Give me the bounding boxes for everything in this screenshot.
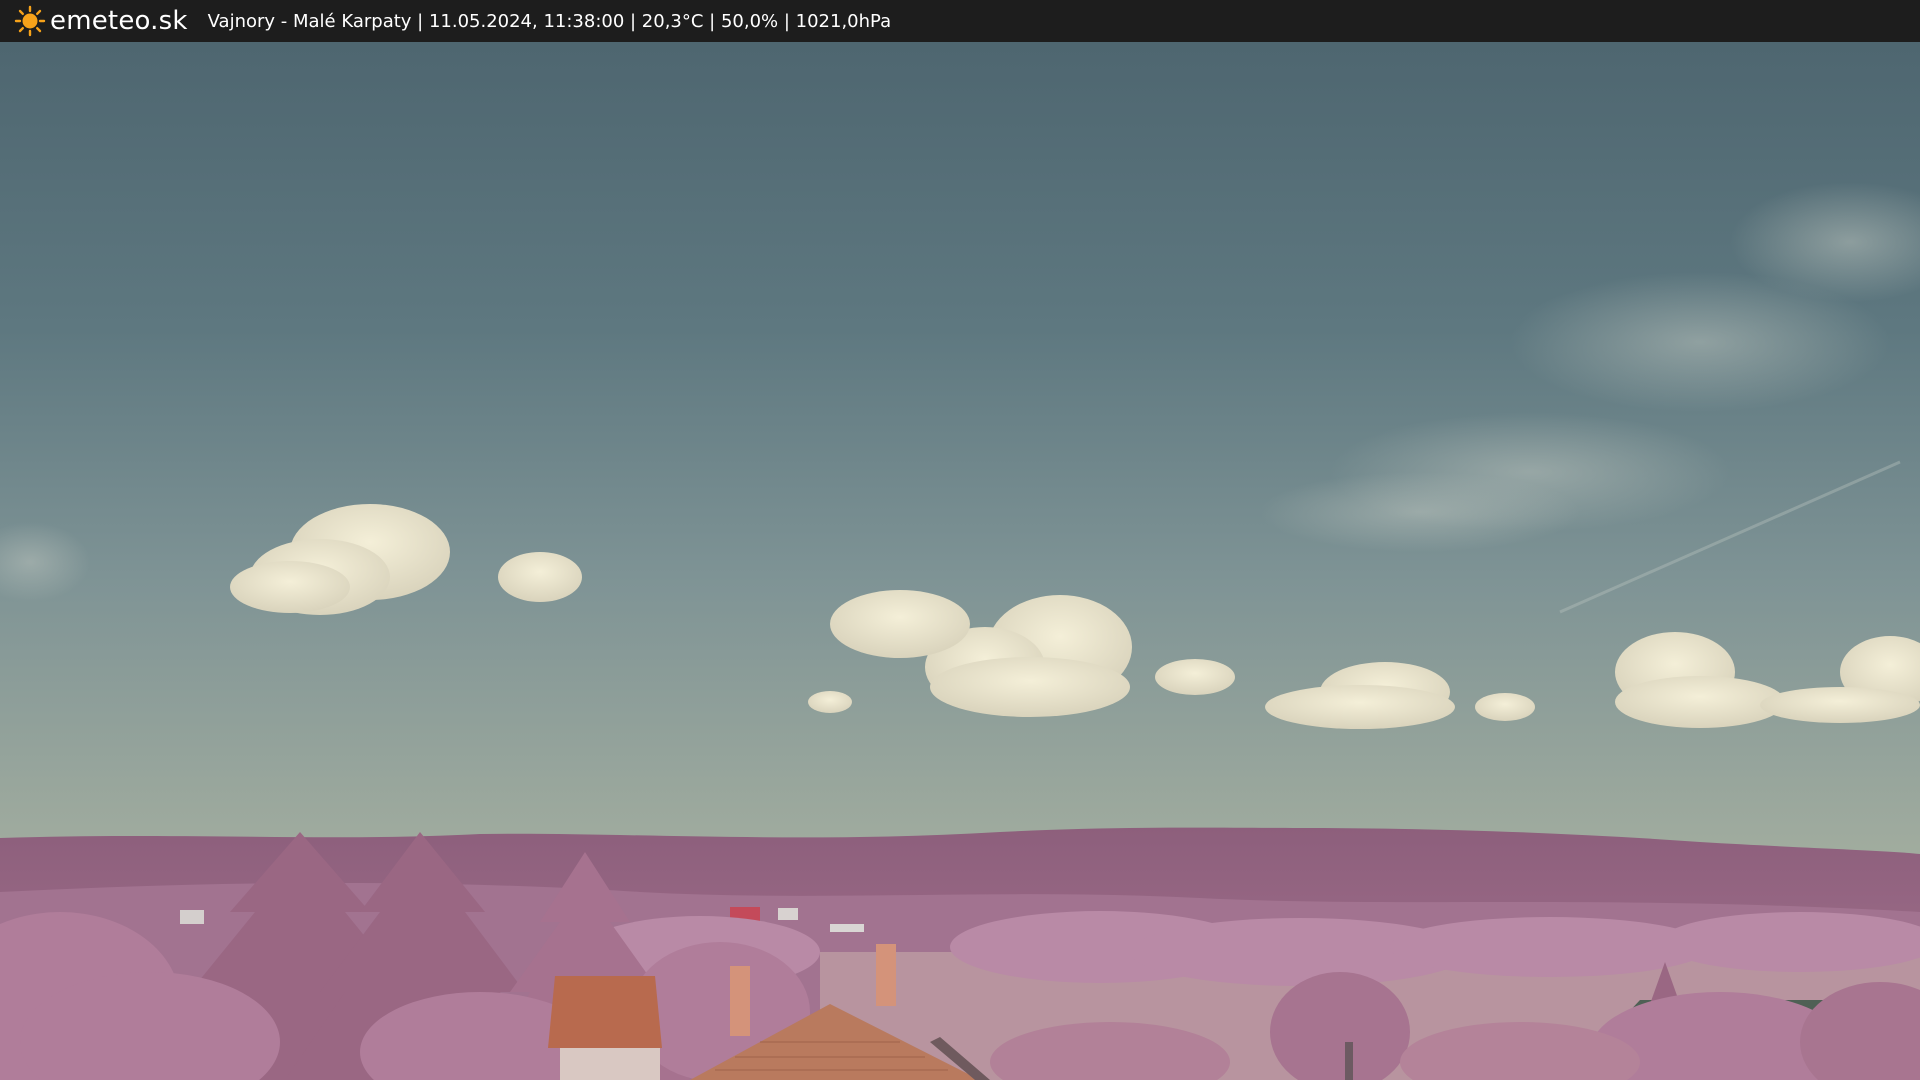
landscape-photo (0, 42, 1920, 1080)
webcam-title-bar: emeteo.sk Vajnory - Malé Karpaty | 11.05… (0, 0, 1920, 42)
emeteo-logo[interactable]: emeteo.sk (14, 5, 188, 37)
webcam-image (0, 42, 1920, 1080)
logo-text: emeteo.sk (50, 6, 188, 36)
sun-icon (14, 5, 46, 37)
house-left (548, 976, 662, 1080)
webcam-caption: Vajnory - Malé Karpaty | 11.05.2024, 11:… (207, 10, 892, 32)
